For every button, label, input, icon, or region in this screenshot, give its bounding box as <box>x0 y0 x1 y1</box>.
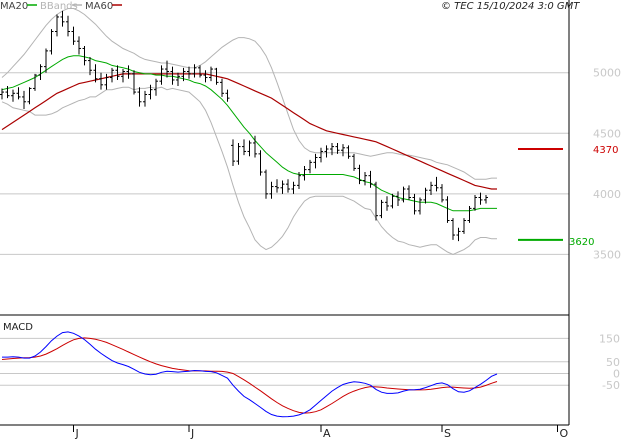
copyright-text: © TEC 15/10/2024 3:0 GMT <box>441 1 580 12</box>
level-marker-label: 3620 <box>569 237 594 248</box>
x-tick-label: A <box>323 427 331 440</box>
price-y-tick-label: 5000 <box>593 67 621 80</box>
legend: MA20 BBands MA60 <box>0 1 122 12</box>
x-tick-label: S <box>444 427 451 440</box>
x-tick-label: J <box>190 427 194 440</box>
level-marker-label: 4370 <box>593 145 618 156</box>
price-y-tick-label: 4000 <box>593 188 621 201</box>
legend-bbands-label: BBands <box>40 1 78 12</box>
price-y-tick-label: 3500 <box>593 248 621 261</box>
x-tick-label: O <box>560 427 569 440</box>
x-tick-label: J <box>75 427 79 440</box>
macd-y-tick-label: 150 <box>599 332 620 345</box>
legend-ma20-label: MA20 <box>0 1 28 12</box>
macd-y-tick-label: -50 <box>602 379 620 392</box>
legend-ma60-label: MA60 <box>85 1 113 12</box>
price-y-tick-label: 4500 <box>593 127 621 140</box>
stock-chart: 43703620 5000450040003500 150500-50 JJAS… <box>0 0 627 440</box>
macd-panel-title: MACD <box>3 322 33 333</box>
